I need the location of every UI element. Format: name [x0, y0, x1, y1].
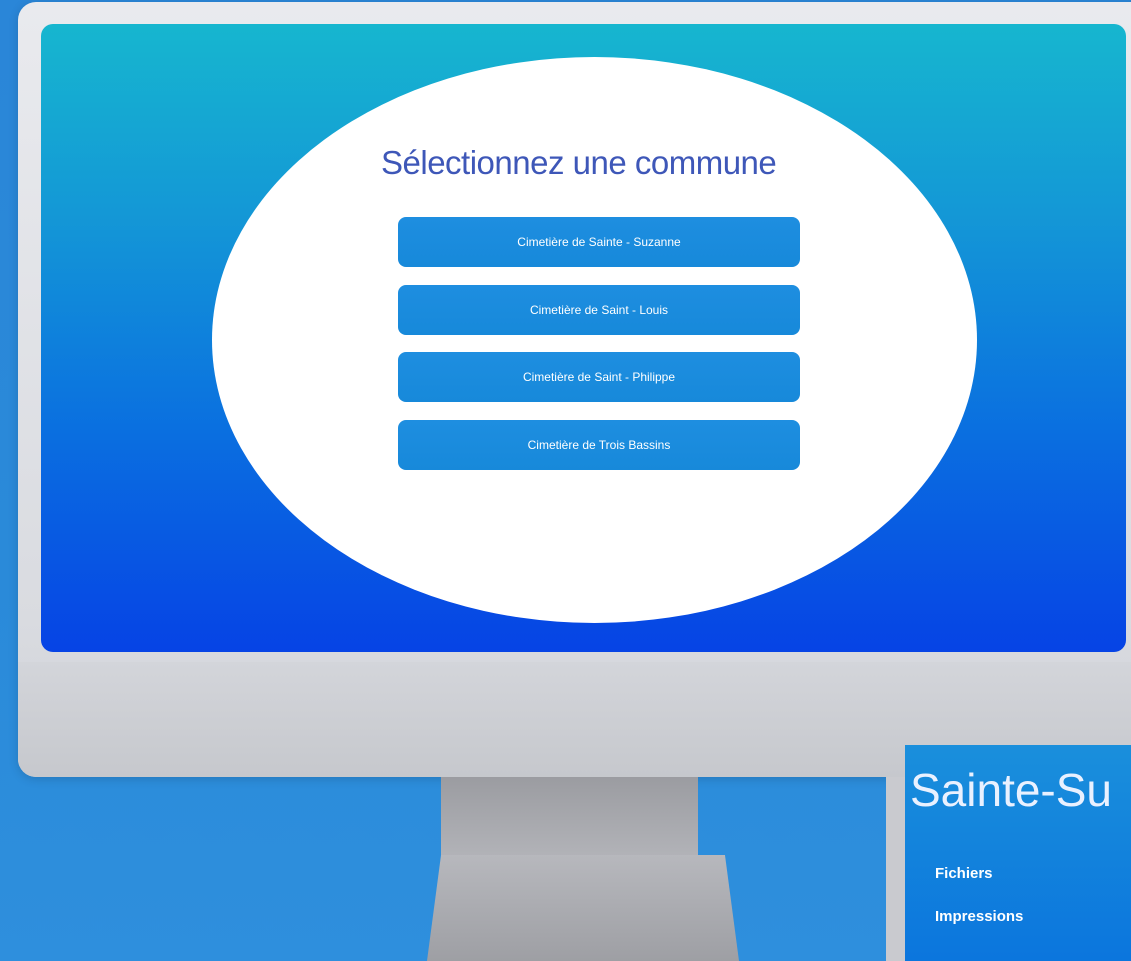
monitor-stand-neck	[441, 777, 698, 857]
menu-item-fichiers[interactable]: Fichiers	[935, 865, 993, 882]
commune-button-sainte-suzanne[interactable]: Cimetière de Sainte - Suzanne	[398, 217, 800, 267]
secondary-screen: Sainte-Su Fichiers Impressions	[905, 745, 1131, 961]
secondary-title: Sainte-Su	[910, 764, 1113, 816]
page-title: Sélectionnez une commune	[381, 144, 777, 181]
selection-panel	[212, 57, 977, 623]
monitor: Sélectionnez une commune Cimetière de Sa…	[18, 2, 1131, 777]
commune-button-trois-bassins[interactable]: Cimetière de Trois Bassins	[398, 420, 800, 470]
commune-button-saint-louis[interactable]: Cimetière de Saint - Louis	[398, 285, 800, 335]
monitor-stand-base	[427, 855, 739, 961]
commune-button-saint-philippe[interactable]: Cimetière de Saint - Philippe	[398, 352, 800, 402]
monitor-screen: Sélectionnez une commune Cimetière de Sa…	[41, 24, 1126, 652]
menu-item-impressions[interactable]: Impressions	[935, 908, 1023, 925]
